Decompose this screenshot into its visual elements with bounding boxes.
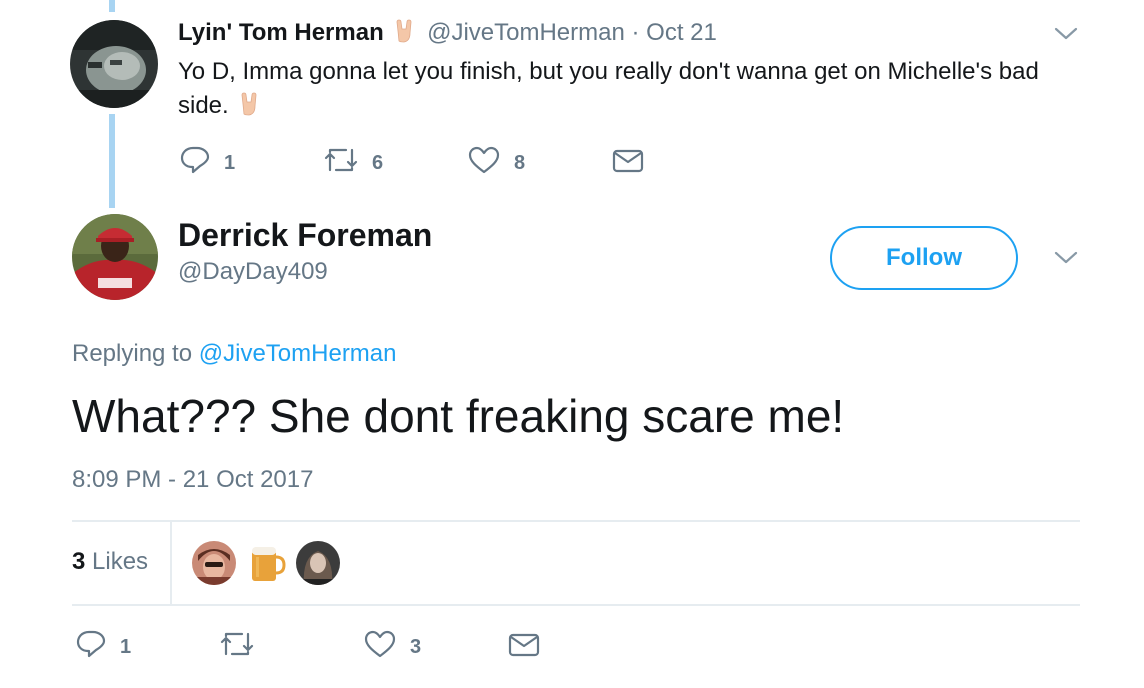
chevron-down-icon[interactable] xyxy=(1054,27,1078,41)
parent-reply-count: 1 xyxy=(224,151,236,174)
parent-author-handle[interactable]: @JiveTomHerman xyxy=(427,19,625,46)
message-button[interactable] xyxy=(508,632,540,664)
thread-line xyxy=(109,114,115,208)
replying-to: Replying to @JiveTomHerman xyxy=(72,340,397,368)
likes-count: 3 xyxy=(72,548,86,575)
retweet-button[interactable] xyxy=(220,630,254,664)
divider xyxy=(72,520,1080,522)
likes-label: Likes xyxy=(92,548,149,575)
tweet-timestamp[interactable]: 8:09 PM - 21 Oct 2017 xyxy=(72,466,313,494)
parent-avatar[interactable] xyxy=(70,20,158,108)
like-count: 3 xyxy=(410,635,422,658)
parent-like-button[interactable]: 8 xyxy=(468,146,525,180)
main-tweet-text: What??? She dont freaking scare me! xyxy=(72,390,845,442)
reply-icon xyxy=(76,630,106,664)
stats-divider xyxy=(170,522,172,604)
heart-icon xyxy=(468,146,500,180)
reply-count: 1 xyxy=(120,635,132,658)
parent-message-button[interactable] xyxy=(612,148,644,180)
parent-tweet-header: Lyin' Tom Herman @JiveTomHerman · Oct 21 xyxy=(178,18,717,51)
main-author-name[interactable]: Derrick Foreman xyxy=(178,216,432,254)
chevron-down-icon[interactable] xyxy=(1054,251,1078,265)
main-avatar[interactable] xyxy=(72,214,158,300)
like-button[interactable]: 3 xyxy=(364,630,421,664)
parent-tweet-body: Yo D, Imma gonna let you finish, but you… xyxy=(178,58,1039,119)
retweet-icon xyxy=(220,630,254,664)
mail-icon xyxy=(612,148,644,180)
horns-hand-emoji-icon xyxy=(394,19,414,51)
thread-line-top xyxy=(109,0,115,12)
mail-icon xyxy=(508,632,540,664)
parent-retweet-button[interactable]: 6 xyxy=(324,146,383,180)
heart-icon xyxy=(364,630,396,664)
separator-dot: · xyxy=(631,19,640,46)
replying-to-handle-link[interactable]: @JiveTomHerman xyxy=(199,340,397,367)
liker-avatar[interactable] xyxy=(244,541,288,585)
parent-retweet-count: 6 xyxy=(372,151,384,174)
parent-author-name[interactable]: Lyin' Tom Herman xyxy=(178,19,384,46)
retweet-icon xyxy=(324,146,358,180)
parent-reply-button[interactable]: 1 xyxy=(180,146,235,180)
liker-avatar[interactable] xyxy=(296,541,340,585)
parent-tweet-date[interactable]: Oct 21 xyxy=(646,19,717,46)
follow-button[interactable]: Follow xyxy=(830,226,1018,290)
main-author-handle[interactable]: @DayDay409 xyxy=(178,258,328,286)
likes-stat[interactable]: 3 Likes xyxy=(72,548,148,576)
replying-to-prefix: Replying to xyxy=(72,340,193,367)
horns-hand-emoji-icon xyxy=(239,92,259,126)
parent-like-count: 8 xyxy=(514,151,526,174)
parent-tweet-text: Yo D, Imma gonna let you finish, but you… xyxy=(178,55,1078,126)
reply-icon xyxy=(180,146,210,180)
reply-button[interactable]: 1 xyxy=(76,630,131,664)
liker-avatar[interactable] xyxy=(192,541,236,585)
divider xyxy=(72,604,1080,606)
